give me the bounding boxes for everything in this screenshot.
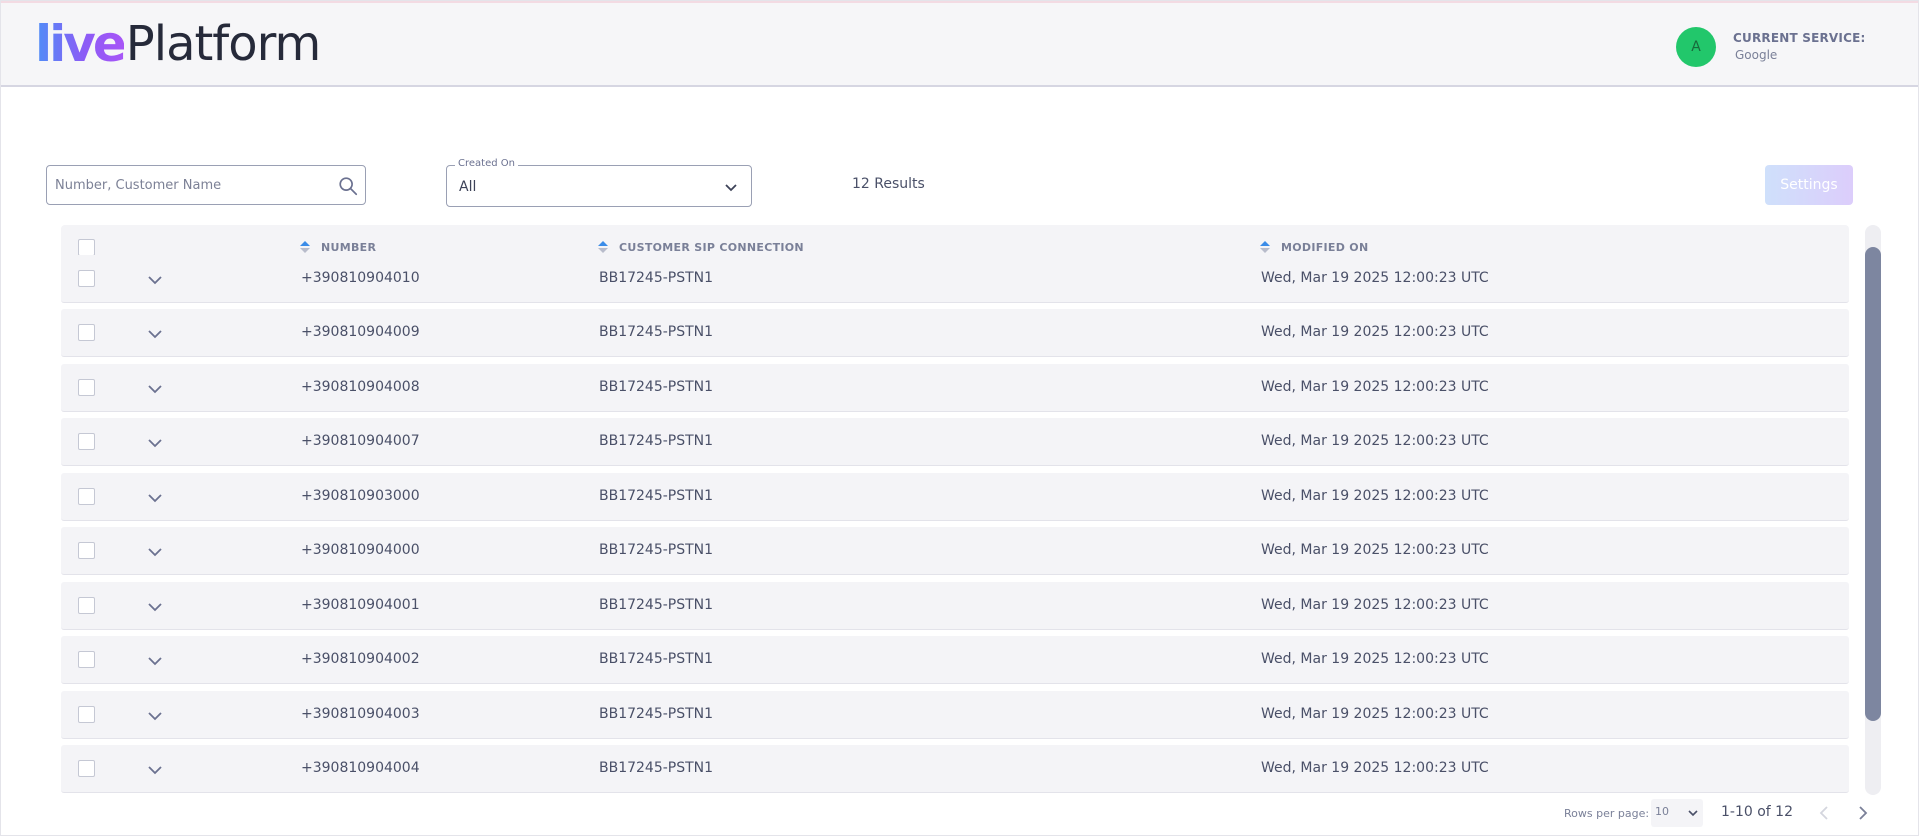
- column-header-number[interactable]: NUMBER: [299, 240, 376, 254]
- chevron-down-icon[interactable]: [146, 325, 164, 343]
- column-header-label: NUMBER: [321, 240, 377, 254]
- table-row[interactable]: +390810903000 BB17245-PSTN1 Wed, Mar 19 …: [61, 473, 1849, 521]
- cell-sip-connection: BB17245-PSTN1: [599, 542, 714, 558]
- sort-icon: [300, 241, 310, 253]
- chevron-down-icon[interactable]: [146, 707, 164, 725]
- current-service-value[interactable]: Google: [1735, 48, 1777, 62]
- row-checkbox[interactable]: [78, 760, 95, 777]
- current-service-label: CURRENT SERVICE:: [1733, 31, 1866, 45]
- cell-sip-connection: BB17245-PSTN1: [599, 760, 714, 776]
- cell-modified-on: Wed, Mar 19 2025 12:00:23 UTC: [1261, 651, 1489, 667]
- column-header-modified-on[interactable]: MODIFIED ON: [1259, 240, 1368, 254]
- cell-modified-on: Wed, Mar 19 2025 12:00:23 UTC: [1261, 597, 1489, 613]
- table-row[interactable]: +390810904001 BB17245-PSTN1 Wed, Mar 19 …: [61, 582, 1849, 630]
- created-on-value: All: [459, 179, 477, 195]
- table-row[interactable]: +390810904009 BB17245-PSTN1 Wed, Mar 19 …: [61, 309, 1849, 357]
- row-checkbox[interactable]: [78, 597, 95, 614]
- row-checkbox[interactable]: [78, 488, 95, 505]
- table-row[interactable]: +390810904007 BB17245-PSTN1 Wed, Mar 19 …: [61, 418, 1849, 466]
- chevron-right-icon[interactable]: [1853, 803, 1873, 823]
- row-checkbox[interactable]: [78, 379, 95, 396]
- chevron-down-icon[interactable]: [146, 652, 164, 670]
- cell-modified-on: Wed, Mar 19 2025 12:00:23 UTC: [1261, 379, 1489, 395]
- table-row[interactable]: +390810904003 BB17245-PSTN1 Wed, Mar 19 …: [61, 691, 1849, 739]
- sort-icon: [598, 241, 608, 253]
- created-on-label: Created On: [455, 158, 518, 169]
- table-row[interactable]: +390810904000 BB17245-PSTN1 Wed, Mar 19 …: [61, 527, 1849, 575]
- chevron-down-icon[interactable]: [146, 761, 164, 779]
- select-all-checkbox[interactable]: [78, 239, 95, 256]
- chevron-down-icon: [1688, 810, 1698, 817]
- top-bar: live Platform A CURRENT SERVICE: Google: [1, 1, 1918, 87]
- cell-modified-on: Wed, Mar 19 2025 12:00:23 UTC: [1261, 270, 1489, 286]
- cell-sip-connection: BB17245-PSTN1: [599, 706, 714, 722]
- row-checkbox[interactable]: [78, 433, 95, 450]
- cell-number: +390810904007: [301, 433, 420, 449]
- cell-sip-connection: BB17245-PSTN1: [599, 433, 714, 449]
- created-on-select[interactable]: Created On All: [446, 158, 752, 207]
- cell-sip-connection: BB17245-PSTN1: [599, 488, 714, 504]
- column-header-label: CUSTOMER SIP CONNECTION: [619, 240, 804, 254]
- cell-modified-on: Wed, Mar 19 2025 12:00:23 UTC: [1261, 760, 1489, 776]
- chevron-left-icon[interactable]: [1814, 803, 1834, 823]
- chevron-down-icon[interactable]: [146, 434, 164, 452]
- row-checkbox[interactable]: [78, 651, 95, 668]
- table-row[interactable]: +390810904008 BB17245-PSTN1 Wed, Mar 19 …: [61, 364, 1849, 412]
- chevron-down-icon[interactable]: [146, 598, 164, 616]
- chevron-down-icon[interactable]: [146, 489, 164, 507]
- settings-button[interactable]: Settings: [1765, 165, 1853, 205]
- search-box: [46, 165, 366, 205]
- numbers-table: NUMBER CUSTOMER SIP CONNECTION MODIFIED …: [61, 225, 1849, 795]
- cell-modified-on: Wed, Mar 19 2025 12:00:23 UTC: [1261, 488, 1489, 504]
- chevron-down-icon[interactable]: [146, 380, 164, 398]
- table-row[interactable]: +390810904002 BB17245-PSTN1 Wed, Mar 19 …: [61, 636, 1849, 684]
- cell-sip-connection: BB17245-PSTN1: [599, 651, 714, 667]
- chevron-down-icon[interactable]: [146, 543, 164, 561]
- pagination-range: 1-10 of 12: [1721, 804, 1793, 820]
- cell-number: +390810904003: [301, 706, 420, 722]
- chevron-down-icon[interactable]: [146, 271, 164, 289]
- sort-icon: [1260, 241, 1270, 253]
- liveplatform-logo[interactable]: live Platform: [35, 15, 321, 73]
- cell-number: +390810904008: [301, 379, 420, 395]
- cell-number: +390810904000: [301, 542, 420, 558]
- column-header-label: MODIFIED ON: [1281, 240, 1369, 254]
- rows-per-page-value: 10: [1655, 805, 1669, 818]
- scrollbar-thumb[interactable]: [1865, 247, 1881, 721]
- cell-sip-connection: BB17245-PSTN1: [599, 597, 714, 613]
- row-checkbox[interactable]: [78, 542, 95, 559]
- row-checkbox[interactable]: [78, 270, 95, 287]
- cell-number: +390810904009: [301, 324, 420, 340]
- cell-sip-connection: BB17245-PSTN1: [599, 324, 714, 340]
- row-checkbox[interactable]: [78, 324, 95, 341]
- column-header-sip-connection[interactable]: CUSTOMER SIP CONNECTION: [597, 240, 804, 254]
- cell-number: +390810904010: [301, 270, 420, 286]
- results-count: 12 Results: [852, 176, 925, 192]
- rows-per-page-select[interactable]: 10: [1651, 799, 1703, 827]
- cell-sip-connection: BB17245-PSTN1: [599, 379, 714, 395]
- rows-per-page-label: Rows per page:: [1564, 807, 1650, 820]
- avatar[interactable]: A: [1676, 27, 1716, 67]
- chevron-down-icon: [725, 184, 737, 192]
- row-checkbox[interactable]: [78, 706, 95, 723]
- logo-platform-text: Platform: [125, 16, 321, 72]
- cell-modified-on: Wed, Mar 19 2025 12:00:23 UTC: [1261, 324, 1489, 340]
- cell-modified-on: Wed, Mar 19 2025 12:00:23 UTC: [1261, 542, 1489, 558]
- cell-number: +390810904004: [301, 760, 420, 776]
- cell-number: +390810903000: [301, 488, 420, 504]
- table-row[interactable]: +390810904004 BB17245-PSTN1 Wed, Mar 19 …: [61, 745, 1849, 793]
- cell-number: +390810904002: [301, 651, 420, 667]
- cell-modified-on: Wed, Mar 19 2025 12:00:23 UTC: [1261, 433, 1489, 449]
- search-input[interactable]: [55, 174, 325, 196]
- table-row[interactable]: +390810904010 BB17245-PSTN1 Wed, Mar 19 …: [61, 255, 1849, 303]
- cell-sip-connection: BB17245-PSTN1: [599, 270, 714, 286]
- cell-number: +390810904001: [301, 597, 420, 613]
- logo-live-text: live: [35, 15, 127, 73]
- search-icon[interactable]: [337, 175, 359, 197]
- cell-modified-on: Wed, Mar 19 2025 12:00:23 UTC: [1261, 706, 1489, 722]
